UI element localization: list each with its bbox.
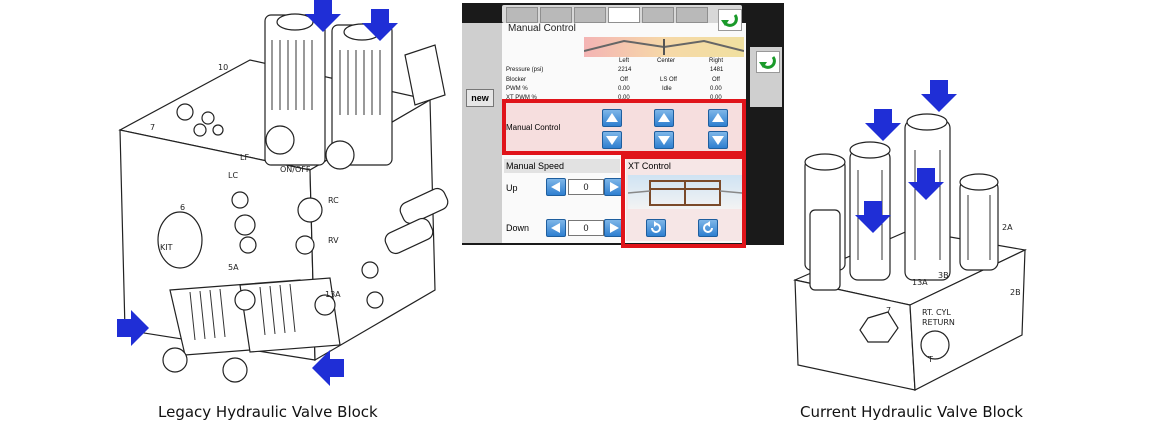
arrow-down-icon [921, 80, 957, 112]
arrow-left-icon [551, 223, 560, 233]
return-arrow-icon [721, 14, 738, 27]
legacy-label-rc: RC [328, 196, 339, 205]
speed-up-label: Up [506, 183, 518, 193]
close-button[interactable] [718, 9, 742, 31]
arrow-down-icon [908, 168, 944, 200]
caption-legacy: Legacy Hydraulic Valve Block [158, 403, 378, 421]
current-label-2a: 2A [1002, 223, 1013, 232]
tab-1[interactable] [506, 7, 538, 23]
tab-3[interactable] [574, 7, 606, 23]
speed-down-decrease-button[interactable] [546, 219, 566, 237]
legacy-label-rv: RV [328, 236, 339, 245]
col-header-center: Center [657, 58, 676, 64]
boom-diagram [583, 37, 745, 57]
col-header-right: Right [709, 58, 724, 64]
arrow-down-icon [855, 201, 891, 233]
current-label-3b: 3B [938, 271, 949, 280]
arrow-down-icon [865, 109, 901, 141]
current-label-t: T [927, 355, 933, 364]
highlight-manual-control [502, 99, 746, 155]
legacy-label-10: 10 [218, 63, 228, 72]
current-valve-block-drawing: RT. CYL RETURN 7 T 13A 3B 2B 2A [793, 113, 1027, 391]
current-label-2b: 2B [1010, 288, 1021, 297]
legacy-label-13a: 13A [325, 290, 341, 299]
current-label-return: RETURN [922, 318, 955, 327]
legacy-label-7: 7 [150, 123, 155, 132]
legacy-label-lc: LC [228, 171, 238, 180]
tab-4[interactable] [608, 7, 640, 23]
speed-up-value[interactable]: 0 [568, 179, 604, 195]
legacy-label-lf: LF [240, 153, 249, 162]
arrow-down-icon [362, 9, 398, 41]
tab-6[interactable] [676, 7, 708, 23]
side-tab[interactable]: new [466, 89, 494, 107]
current-label-13a: 13A [912, 278, 928, 287]
highlight-xt-control [621, 155, 746, 248]
side-tab-label: new [471, 93, 489, 103]
caption-current: Current Hydraulic Valve Block [800, 403, 1023, 421]
legacy-label-kit: KIT [160, 243, 173, 252]
boom-icon [583, 39, 745, 55]
col-header-left: Left [619, 58, 630, 64]
side-bar [462, 23, 502, 243]
manual-speed-title: Manual Speed [506, 161, 565, 171]
speed-up-decrease-button[interactable] [546, 178, 566, 196]
legacy-label-5a: 5A [228, 263, 239, 272]
current-label-7: 7 [886, 306, 891, 315]
arrow-down-icon [305, 0, 341, 32]
legacy-label-onoff: ON/OFF [280, 165, 311, 174]
page-title: Manual Control [508, 23, 576, 34]
arrow-left-icon [551, 182, 560, 192]
legacy-label-6: 6 [180, 203, 185, 212]
speed-down-label: Down [506, 223, 530, 233]
tab-bar [502, 5, 742, 23]
legacy-valve-block-drawing: LC RC RV 5A 13A 6 7 10 LF ON/OFF KIT [118, 13, 449, 383]
current-label-rtcyl: RT. CYL [922, 308, 951, 317]
arrow-right-icon [117, 310, 149, 346]
return-arrow-icon [759, 56, 776, 69]
tab-5[interactable] [642, 7, 674, 23]
speed-down-value[interactable]: 0 [568, 220, 604, 236]
tab-2[interactable] [540, 7, 572, 23]
arrow-left-icon [312, 350, 344, 386]
back-button[interactable] [756, 51, 780, 73]
